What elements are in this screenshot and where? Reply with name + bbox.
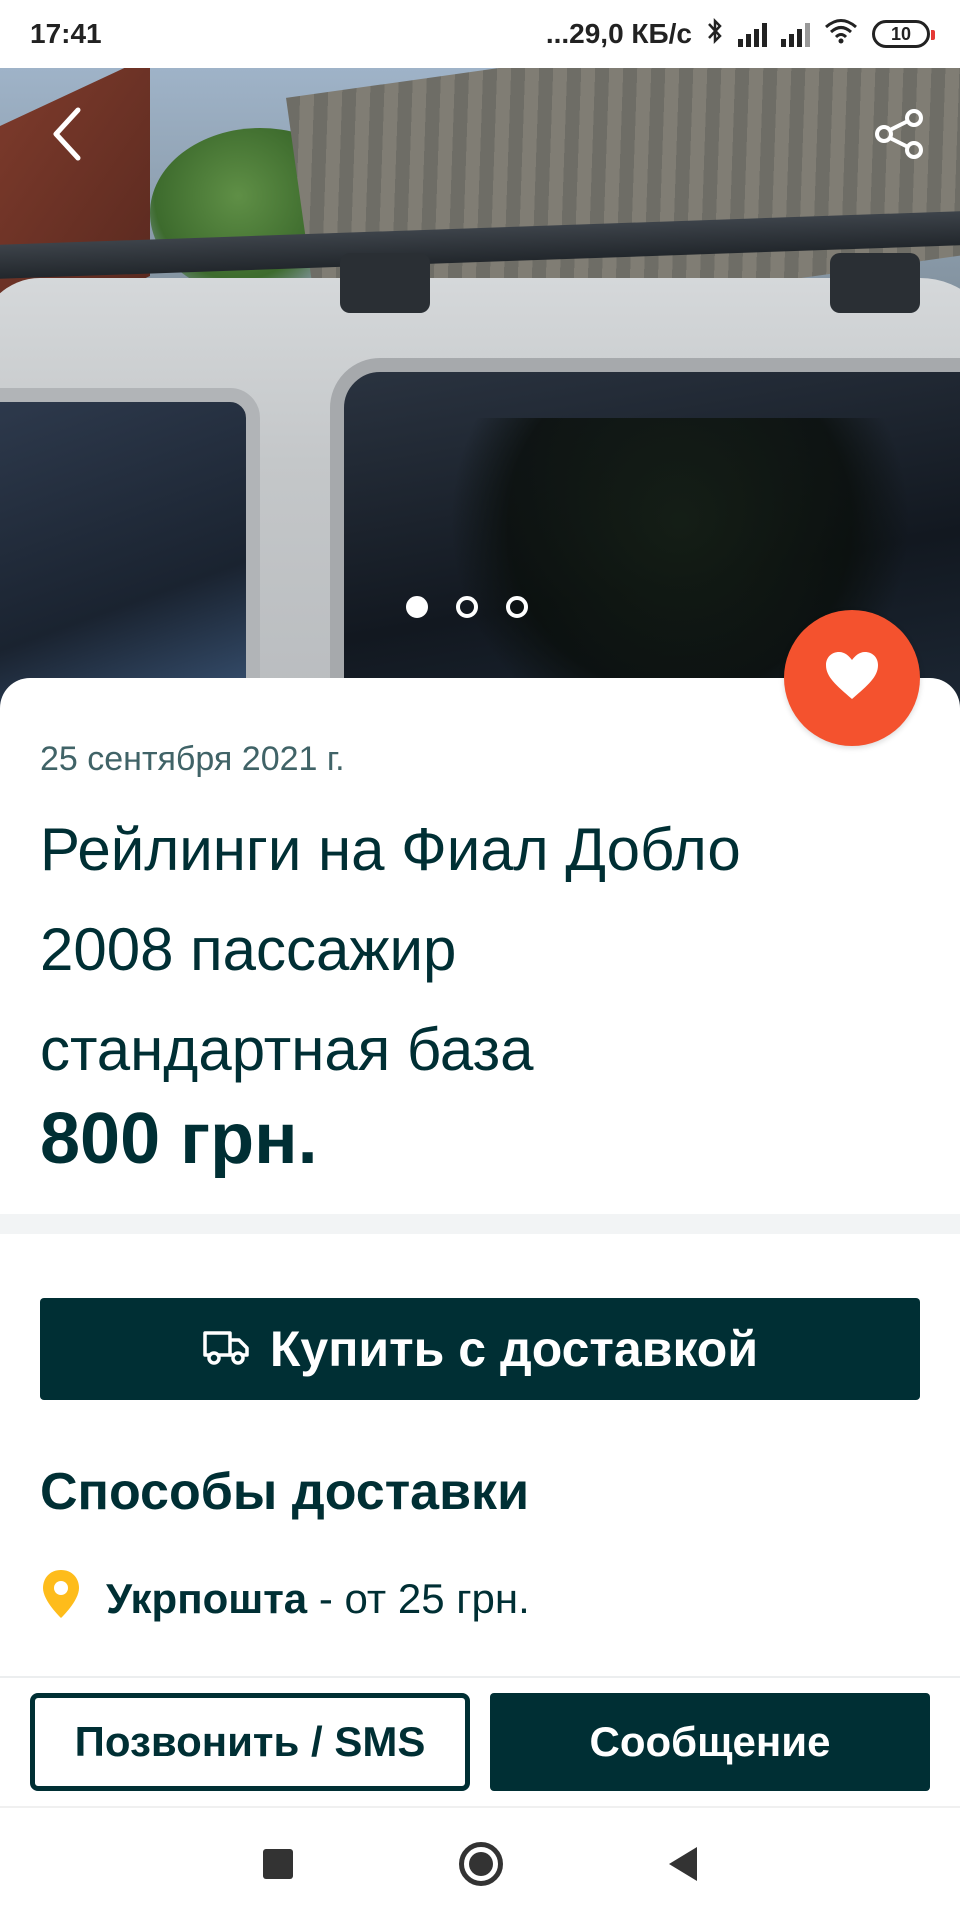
bluetooth-icon — [706, 17, 724, 52]
photo-rail-foot — [830, 253, 920, 313]
wifi-icon — [824, 18, 858, 51]
status-time: 17:41 — [30, 18, 102, 49]
status-icons: ...29,0 КБ/с 10 — [545, 17, 935, 52]
delivery-methods-title: Способы доставки — [40, 1463, 530, 1521]
photo-window — [0, 388, 260, 708]
message-label: Сообщение — [589, 1718, 831, 1765]
signal-icon — [781, 21, 810, 47]
system-navigation-bar — [0, 1806, 960, 1920]
home-button[interactable] — [459, 1842, 503, 1886]
divider — [0, 1214, 960, 1234]
share-icon — [874, 108, 926, 165]
delivery-option-name: Укрпошта — [106, 1575, 308, 1622]
battery-icon: 10 — [872, 20, 935, 48]
arrow-left-icon — [48, 106, 88, 167]
favorite-button[interactable] — [784, 610, 920, 746]
contact-action-bar: Позвонить / SMS Сообщение — [0, 1676, 960, 1806]
gallery-dot[interactable] — [506, 596, 528, 618]
system-back-button[interactable] — [669, 1847, 697, 1881]
delivery-option-price: - от 25 грн. — [307, 1575, 530, 1622]
buy-with-delivery-button[interactable]: Купить с доставкой — [40, 1298, 920, 1400]
location-pin-icon — [40, 1568, 82, 1630]
heart-icon — [824, 651, 880, 706]
message-button[interactable]: Сообщение — [490, 1693, 930, 1791]
listing-title: Рейлинги на Фиал Добло 2008 пассажир ста… — [40, 816, 741, 1083]
photo-rail-foot — [340, 253, 430, 313]
battery-level: 10 — [890, 23, 912, 44]
signal-icon — [738, 21, 767, 47]
call-sms-button[interactable]: Позвонить / SMS — [30, 1693, 470, 1791]
recent-apps-button[interactable] — [263, 1849, 293, 1879]
share-button[interactable] — [864, 100, 936, 172]
listing-price: 800 грн. — [40, 1099, 318, 1179]
delivery-option: Укрпошта - от 25 грн. — [40, 1568, 530, 1630]
gallery-dot[interactable] — [456, 596, 478, 618]
buy-button-label: Купить с доставкой — [269, 1321, 759, 1377]
listing-date: 25 сентября 2021 г. — [40, 740, 345, 778]
call-sms-label: Позвонить / SMS — [74, 1718, 426, 1765]
back-button[interactable] — [32, 100, 104, 172]
truck-icon — [202, 1320, 250, 1378]
gallery-dot[interactable] — [406, 596, 428, 618]
network-speed: ...29,0 КБ/с — [545, 18, 692, 49]
gallery-pagination — [406, 596, 528, 618]
status-bar: 17:41 ...29,0 КБ/с 10 — [0, 0, 960, 68]
